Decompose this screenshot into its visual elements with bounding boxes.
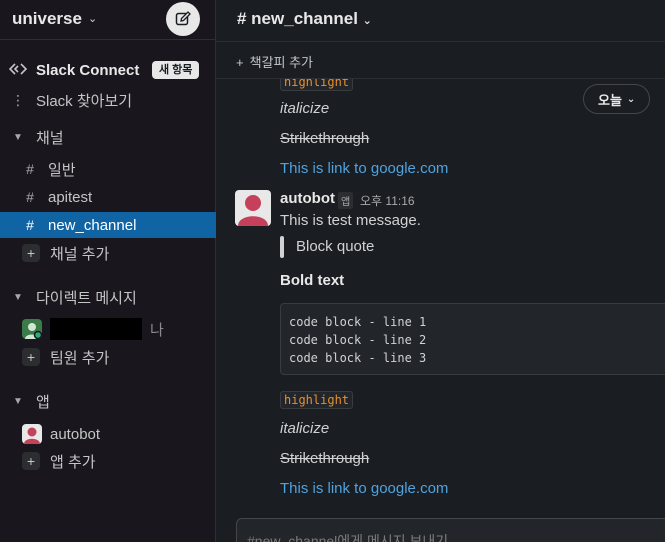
- chevron-down-icon: ⌄: [626, 93, 636, 105]
- add-channel-button[interactable]: + 채널 추가: [0, 240, 216, 266]
- code-line: code block - line 3: [289, 351, 427, 365]
- message-sender[interactable]: autobot: [280, 190, 335, 207]
- app-tag: 앱: [338, 192, 354, 209]
- plus-icon: +: [236, 55, 244, 70]
- channel-label: new_channel: [48, 216, 137, 234]
- quote-bar: [280, 236, 284, 258]
- caret-down-icon: ▼: [13, 131, 23, 143]
- add-app-label: 앱 추가: [50, 453, 96, 471]
- block-quote-text: Block quote: [296, 238, 375, 255]
- app-label: autobot: [50, 425, 101, 443]
- bold-text: Bold text: [280, 272, 345, 289]
- hash-icon: #: [26, 161, 34, 177]
- message-text: This is test message.: [280, 212, 421, 229]
- highlight-text: highlight: [280, 391, 354, 409]
- sidebar-item-channel-new-channel[interactable]: # new_channel: [0, 212, 216, 238]
- italic-text: italicize: [280, 100, 330, 117]
- section-apps[interactable]: ▼ 앱: [0, 388, 216, 414]
- sidebar-item-app-autobot[interactable]: autobot: [0, 421, 216, 447]
- section-channels-label: 채널: [36, 129, 64, 147]
- code-block: code block - line 1 code block - line 2 …: [280, 303, 665, 375]
- more-vertical-icon: ⋮: [11, 91, 25, 108]
- workspace-header[interactable]: universe ⌄: [0, 0, 216, 40]
- message-timestamp[interactable]: 오후 11:16: [360, 192, 415, 209]
- plus-icon: +: [22, 244, 40, 262]
- caret-down-icon: ▼: [13, 395, 23, 407]
- add-teammate-label: 팀원 추가: [50, 349, 110, 367]
- self-suffix: 나: [150, 321, 164, 339]
- add-teammate-button[interactable]: + 팀원 추가: [0, 344, 216, 370]
- section-channels[interactable]: ▼ 채널: [0, 124, 216, 150]
- message-list[interactable]: highlight italicize Strikethrough This i…: [216, 79, 665, 515]
- message-composer[interactable]: #new_channel에게 메시지 보내기: [236, 518, 665, 542]
- section-direct-messages[interactable]: ▼ 다이렉트 메시지: [0, 284, 216, 310]
- main-panel: # new_channel ⌄ + 책갈피 추가 highlight italic…: [216, 0, 665, 542]
- redacted-name: [50, 318, 142, 340]
- dm-item-self[interactable]: 나: [0, 316, 216, 342]
- sidebar: universe ⌄ Slack Connect 새 항목 ⋮ Slack 찾아…: [0, 0, 216, 542]
- channel-title[interactable]: # new_channel ⌄: [237, 9, 372, 29]
- section-apps-label: 앱: [36, 393, 50, 411]
- slack-connect-icon: [8, 62, 28, 78]
- avatar: [22, 319, 42, 339]
- add-bookmark-button[interactable]: + 책갈피 추가: [236, 52, 313, 71]
- sidebar-item-channel-apitest[interactable]: # apitest: [0, 184, 216, 210]
- sidebar-item-browse[interactable]: ⋮ Slack 찾아보기: [0, 87, 216, 113]
- hash-icon: #: [26, 217, 34, 233]
- hash-icon: #: [26, 189, 34, 205]
- slack-connect-label: Slack Connect: [36, 61, 140, 79]
- strikethrough-text: Strikethrough: [280, 130, 370, 147]
- composer-placeholder: #new_channel에게 메시지 보내기: [247, 533, 449, 542]
- add-channel-label: 채널 추가: [50, 245, 110, 263]
- workspace-name[interactable]: universe: [12, 9, 82, 29]
- compose-icon: [175, 11, 191, 26]
- sidebar-item-channel-general[interactable]: # 일반: [0, 156, 216, 182]
- chevron-down-icon[interactable]: ⌄: [88, 12, 97, 25]
- sidebar-item-slack-connect[interactable]: Slack Connect 새 항목: [0, 57, 216, 83]
- new-badge: 새 항목: [152, 61, 200, 79]
- avatar[interactable]: [235, 190, 271, 226]
- section-dm-label: 다이렉트 메시지: [36, 289, 137, 307]
- italic-text: italicize: [280, 420, 330, 437]
- code-line: code block - line 1: [289, 315, 427, 329]
- channel-header: # new_channel ⌄: [216, 0, 665, 42]
- avatar: [22, 424, 42, 444]
- link-text[interactable]: This is link to google.com: [280, 480, 448, 497]
- link-text[interactable]: This is link to google.com: [280, 160, 448, 177]
- browse-label: Slack 찾아보기: [36, 92, 133, 110]
- plus-icon: +: [22, 452, 40, 470]
- bookmark-bar: + 책갈피 추가: [216, 42, 665, 79]
- strikethrough-text: Strikethrough: [280, 450, 370, 467]
- date-divider-button[interactable]: 오늘 ⌄: [583, 84, 651, 114]
- chevron-down-icon[interactable]: ⌄: [363, 15, 372, 27]
- caret-down-icon: ▼: [13, 291, 23, 303]
- add-app-button[interactable]: + 앱 추가: [0, 448, 216, 474]
- compose-button[interactable]: [166, 2, 200, 36]
- highlight-text: highlight: [280, 79, 354, 91]
- channel-label: 일반: [48, 161, 76, 179]
- channel-label: apitest: [48, 188, 93, 206]
- plus-icon: +: [22, 348, 40, 366]
- code-line: code block - line 2: [289, 333, 427, 347]
